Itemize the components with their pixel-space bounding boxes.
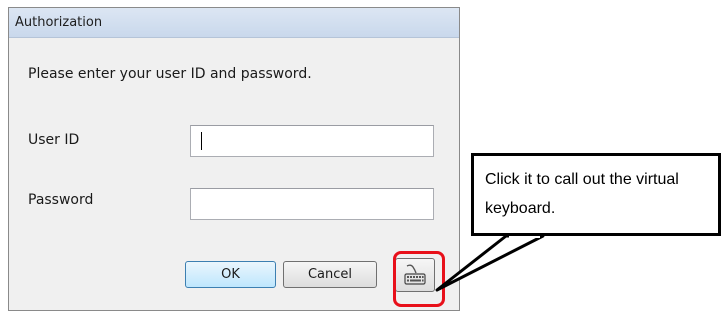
- callout-box: Click it to call out the virtual keyboar…: [471, 153, 721, 236]
